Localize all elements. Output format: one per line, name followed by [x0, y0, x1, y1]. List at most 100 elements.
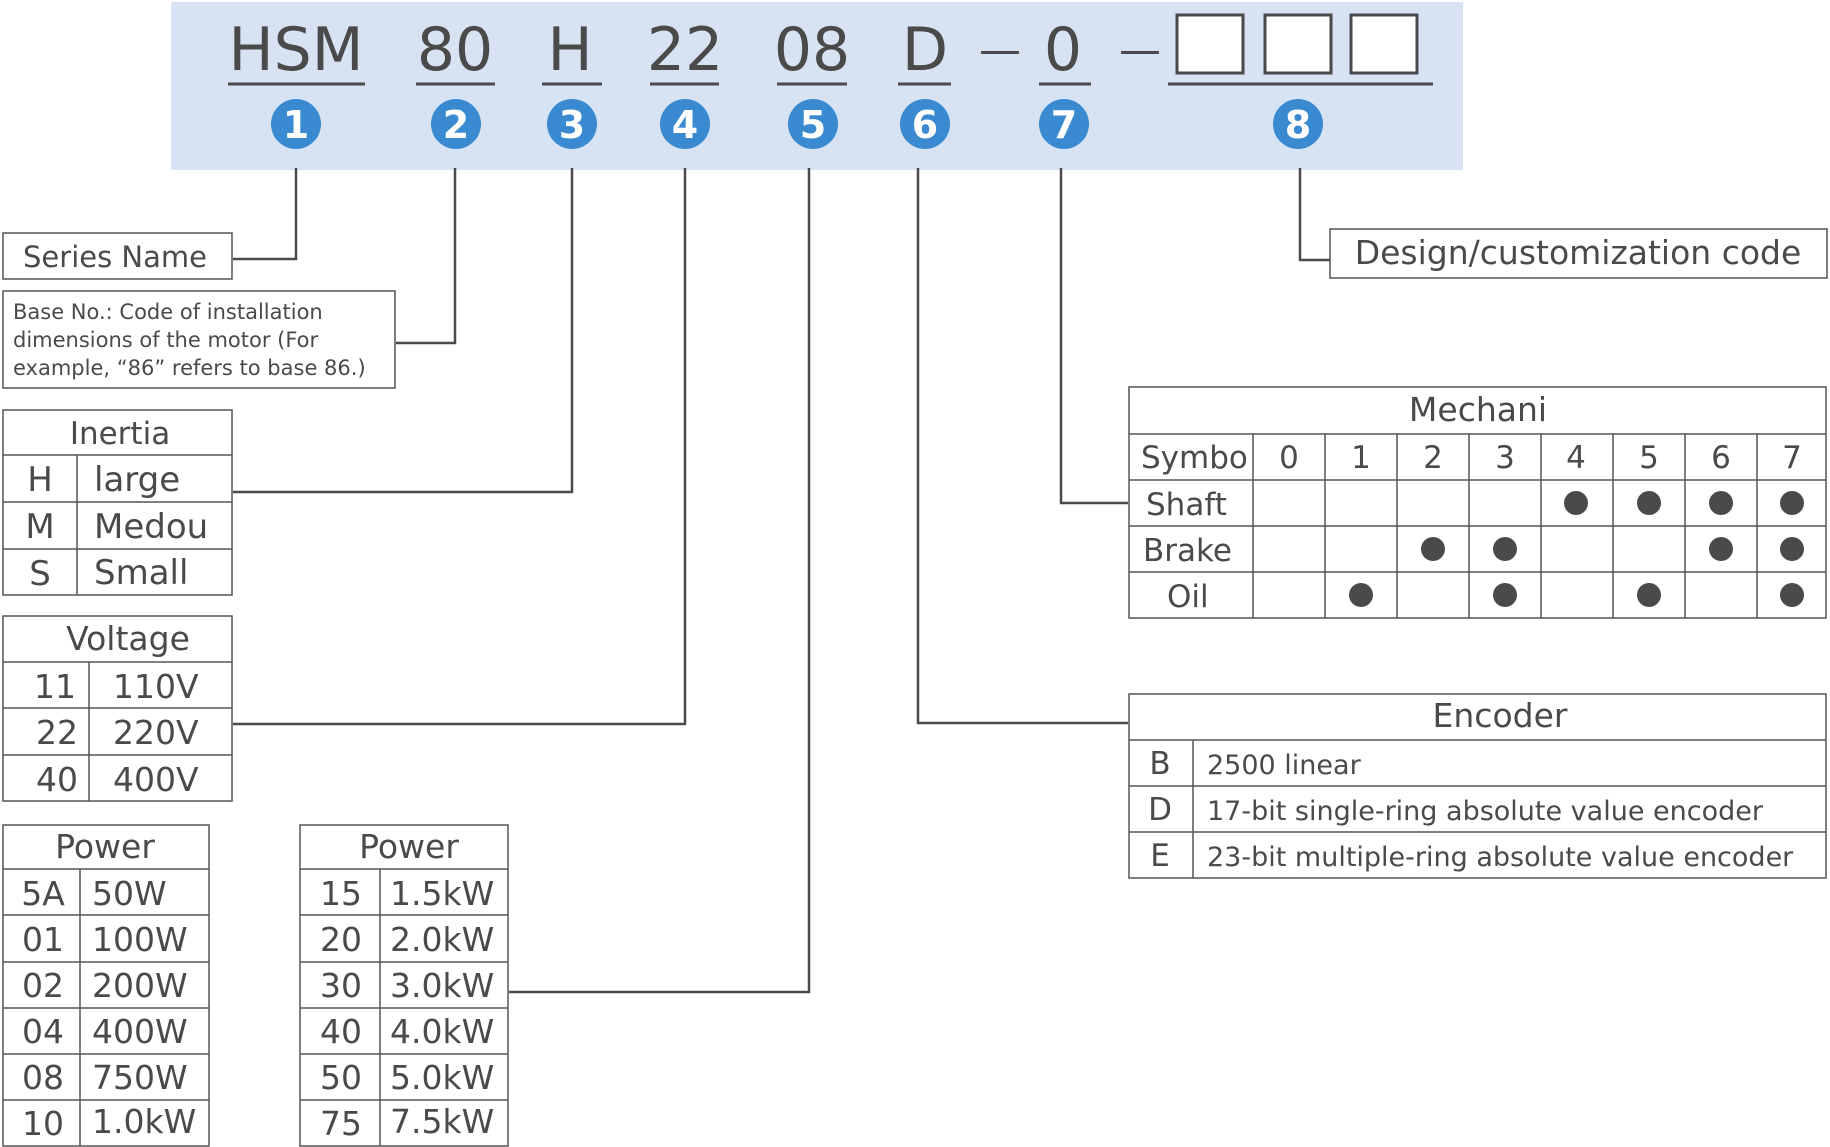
power-right-value-7-5kw: 7.5kW — [390, 1102, 494, 1141]
mechanical-symbol-4: 4 — [1566, 440, 1586, 476]
power-left-value-1-0kw: 1.0kW — [92, 1102, 196, 1141]
mechanical-symbol-5: 5 — [1639, 440, 1659, 476]
svg-text:3: 3 — [559, 103, 585, 147]
inertia-value-small: Small — [94, 553, 188, 593]
mechanical-dot-brake-3 — [1493, 537, 1517, 561]
series-name-label: Series Name — [23, 240, 207, 274]
badge-3: 3 — [547, 99, 597, 149]
power-table-right: Power 15 1.5kW 20 2.0kW 30 3.0kW 40 4.0k… — [299, 824, 509, 1147]
encoder-value-d: 17-bit single-ring absolute value encode… — [1207, 796, 1764, 827]
voltage-value-220v: 220V — [113, 713, 199, 752]
power-left-code-04: 04 — [22, 1012, 64, 1051]
inertia-table: Inertia H large M Medou S Small — [2, 409, 233, 596]
mechanical-symbol-label: Symbo — [1141, 440, 1248, 476]
encoder-value-b: 2500 linear — [1207, 750, 1362, 781]
encoder-code-d: D — [1148, 792, 1172, 828]
mechanical-table: Mechani Symbo 0 1 2 3 4 5 6 7 Shaft Brak… — [1128, 386, 1827, 619]
mechanical-symbol-3: 3 — [1495, 440, 1515, 476]
power-table-left: Power 5A 50W 01 100W 02 200W 04 400W 08 … — [2, 824, 210, 1147]
power-left-code-02: 02 — [22, 966, 64, 1005]
design-code-box: Design/customization code — [1329, 228, 1828, 279]
mechanical-dot-shaft-7 — [1780, 491, 1804, 515]
power-left-code-08: 08 — [22, 1058, 64, 1097]
base-no-line-1: Base No.: Code of installation — [13, 300, 323, 324]
mechanical-title: Mechani — [1409, 390, 1547, 429]
custom-code-box-1 — [1175, 13, 1245, 75]
badge-5: 5 — [788, 99, 838, 149]
badge-4: 4 — [660, 99, 710, 149]
power-right-value-3-0kw: 3.0kW — [390, 966, 494, 1005]
code-dash-1: — — [979, 25, 1021, 74]
svg-text:7: 7 — [1051, 103, 1077, 147]
power-right-value-1-5kw: 1.5kW — [390, 874, 494, 913]
mechanical-dot-oil-5 — [1637, 583, 1661, 607]
custom-code-box-3 — [1349, 13, 1419, 75]
encoder-code-b: B — [1149, 746, 1170, 782]
power-right-code-20: 20 — [320, 920, 362, 959]
code-mechanical: 0 — [1044, 15, 1082, 85]
power-right-code-50: 50 — [320, 1058, 362, 1097]
design-code-label: Design/customization code — [1355, 233, 1802, 272]
badge-2: 2 — [431, 99, 481, 149]
power-right-code-40: 40 — [320, 1012, 362, 1051]
power-right-code-30: 30 — [320, 966, 362, 1005]
mechanical-row-oil: Oil — [1167, 579, 1209, 615]
mechanical-dot-shaft-4 — [1564, 491, 1588, 515]
inertia-value-large: large — [94, 460, 180, 500]
base-no-box: Base No.: Code of installation dimension… — [2, 290, 396, 389]
voltage-title: Voltage — [66, 619, 190, 658]
svg-text:8: 8 — [1285, 103, 1311, 147]
badge-8: 8 — [1273, 99, 1323, 149]
mechanical-dot-brake-2 — [1421, 537, 1445, 561]
voltage-code-40: 40 — [36, 760, 78, 799]
code-dash-2: — — [1119, 25, 1161, 74]
power-right-code-75: 75 — [320, 1104, 362, 1143]
encoder-table: Encoder B 2500 linear D 17-bit single-ri… — [1128, 693, 1827, 879]
base-no-line-2: dimensions of the motor (For — [13, 328, 319, 352]
inertia-code-m: M — [25, 507, 54, 547]
power-left-code-01: 01 — [22, 920, 64, 959]
power-left-value-50w: 50W — [92, 874, 167, 913]
mechanical-dot-brake-6 — [1709, 537, 1733, 561]
mechanical-row-shaft: Shaft — [1146, 487, 1227, 523]
power-left-value-200w: 200W — [92, 966, 188, 1005]
mechanical-symbol-1: 1 — [1351, 440, 1371, 476]
mechanical-dot-brake-7 — [1780, 537, 1804, 561]
code-encoder: D — [902, 15, 948, 85]
diagram-canvas: H SM 80 H 22 08 D — 0 — 1 2 3 4 5 6 7 8 S… — [2, 2, 1828, 1147]
base-no-line-3: example, “86” refers to base 86.) — [13, 356, 366, 380]
code-inertia: H — [547, 15, 592, 85]
mechanical-dot-oil-1 — [1349, 583, 1373, 607]
power-left-value-400w: 400W — [92, 1012, 188, 1051]
svg-text:4: 4 — [672, 103, 698, 147]
inertia-value-medium: Medou — [94, 507, 208, 547]
code-base: 80 — [417, 15, 493, 85]
svg-text:2: 2 — [443, 103, 469, 147]
badge-6: 6 — [900, 99, 950, 149]
power-right-value-2-0kw: 2.0kW — [390, 920, 494, 959]
voltage-value-400v: 400V — [113, 760, 199, 799]
power-left-value-100w: 100W — [92, 920, 188, 959]
power-right-code-15: 15 — [320, 874, 362, 913]
code-power: 08 — [774, 15, 850, 85]
inertia-code-s: S — [29, 554, 51, 594]
mechanical-symbol-7: 7 — [1782, 440, 1802, 476]
voltage-code-22: 22 — [36, 713, 78, 752]
svg-text:6: 6 — [912, 103, 938, 147]
inertia-code-h: H — [27, 460, 53, 500]
mechanical-row-brake: Brake — [1143, 533, 1232, 569]
code-voltage: 22 — [647, 15, 723, 85]
power-left-title: Power — [55, 827, 155, 866]
badge-1: 1 — [271, 99, 321, 149]
voltage-table: Voltage 11 110V 22 220V 40 400V — [2, 615, 233, 802]
encoder-code-e: E — [1150, 838, 1170, 874]
mechanical-dot-shaft-5 — [1637, 491, 1661, 515]
mechanical-symbol-6: 6 — [1711, 440, 1731, 476]
voltage-value-110v: 110V — [113, 667, 199, 706]
power-left-code-5a: 5A — [21, 874, 65, 913]
power-right-title: Power — [359, 827, 459, 866]
mechanical-dot-oil-3 — [1493, 583, 1517, 607]
inertia-title: Inertia — [70, 416, 170, 452]
power-right-value-4-0kw: 4.0kW — [390, 1012, 494, 1051]
power-right-value-5-0kw: 5.0kW — [390, 1058, 494, 1097]
